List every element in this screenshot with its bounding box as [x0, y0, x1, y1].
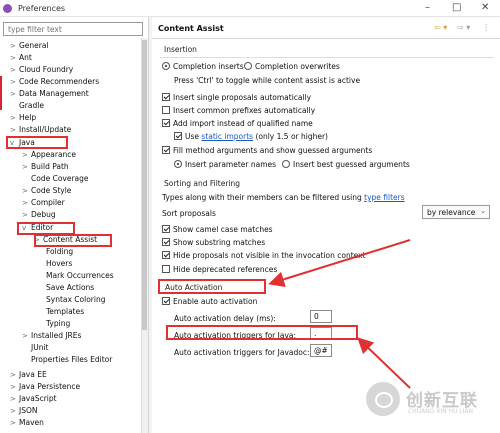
watermark-tagline: CHUANG XIN HU LIAN: [408, 408, 474, 415]
annotation-arrows: [268, 239, 411, 389]
arrow-to-auto-activation: [268, 239, 411, 288]
watermark-logo: 创新互联 CHUANG XIN HU LIAN: [352, 378, 500, 433]
brand-logo-icon: [366, 382, 400, 416]
